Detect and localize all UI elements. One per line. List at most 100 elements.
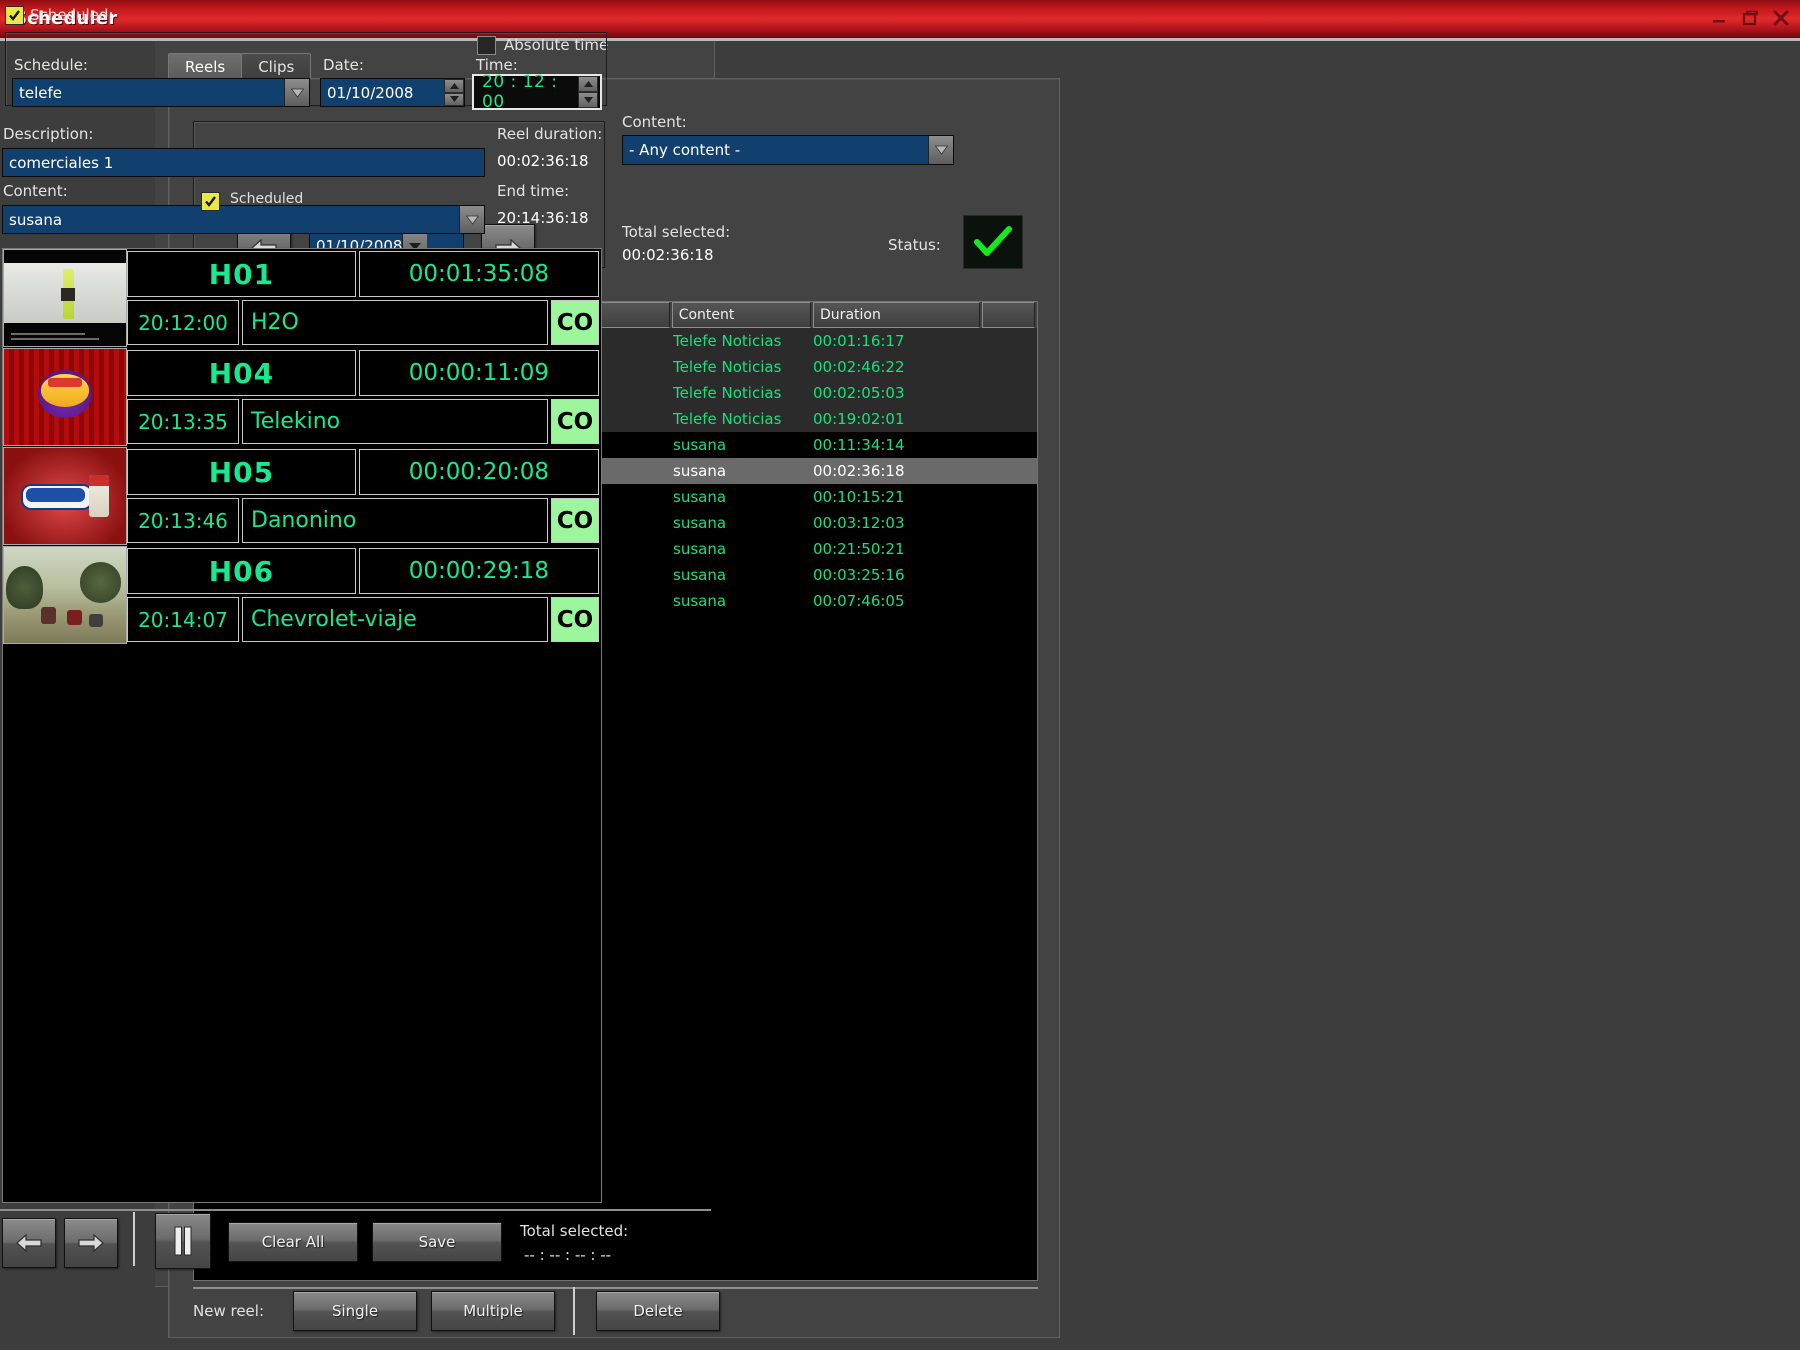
detail-schedule-value: telefe [13,84,62,102]
cell-duration: 00:02:46:22 [813,358,981,376]
column-header-extra[interactable] [982,302,1035,328]
time-stepper[interactable] [578,76,598,108]
column-header-content[interactable]: Content [672,302,811,328]
clear-all-button[interactable]: Clear All [228,1222,358,1262]
playlist-item-body: H0600:00:29:18 20:14:07Chevrolet-viajeCO [127,546,601,644]
playlist-item-code: H05 [127,449,356,495]
cell-content: susana [673,488,813,506]
check-ok-icon [974,226,1012,258]
playlist-item[interactable]: H0500:00:20:08 20:13:46DanoninoCO [3,447,601,546]
end-time-value: 20:14:36:18 [497,209,589,227]
detail-time-value: 20 : 12 : 00 [474,72,578,112]
playlist-item-badge[interactable]: CO [551,597,599,642]
detail-schedule-combo[interactable]: telefe [12,78,310,107]
new-reel-single-button[interactable]: Single [293,1291,417,1331]
date-stepper[interactable] [444,79,464,106]
playlist-item-duration: 00:00:29:18 [359,548,599,594]
stepper-up-icon[interactable] [444,79,464,93]
filter-content-value: - Any content - [623,141,740,159]
playlist-item-duration: 00:00:20:08 [359,449,599,495]
playlist[interactable]: H0100:01:35:0820:12:00H2OCOH0400:00:11:0… [2,248,602,1203]
playlist-thumbnail [3,348,127,446]
left-footer-divider [193,1287,1038,1289]
detail-time-field[interactable]: 20 : 12 : 00 [472,74,602,110]
cell-content: susana [673,566,813,584]
playlist-item-body: H0100:01:35:0820:12:00H2OCO [127,249,601,347]
detail-description-value: comerciales 1 [3,154,113,172]
status-label: Status: [888,236,941,254]
cell-content: susana [673,540,813,558]
playlist-item-code: H04 [127,350,356,396]
playlist-thumbnail [3,546,127,644]
playlist-item-time: 20:14:07 [127,597,239,642]
stepper-up-icon[interactable] [578,76,598,92]
playlist-thumbnail [3,447,127,545]
cell-duration: 00:02:05:03 [813,384,981,402]
playlist-item-time: 20:12:00 [127,300,239,345]
stepper-down-icon[interactable] [444,93,464,107]
playlist-item[interactable]: H0600:00:29:18 20:14:07Chevrolet-viajeCO [3,546,601,645]
save-button[interactable]: Save [372,1222,502,1262]
playlist-item-name: Danonino [242,498,548,543]
filter-content-combo[interactable]: - Any content - [622,135,954,165]
filter-scheduled-checkbox[interactable] [201,192,220,212]
detail-content-combo[interactable]: susana [2,205,485,234]
playlist-item-body: H0500:00:20:08 20:13:46DanoninoCO [127,447,601,545]
pause-button[interactable] [155,1213,211,1269]
cell-content: Telefe Noticias [673,332,813,350]
detail-date-value: 01/10/2008 [321,84,413,102]
playlist-item-badge[interactable]: CO [551,300,599,345]
filter-total-selected-label: Total selected: [622,223,730,241]
cell-duration: 00:11:34:14 [813,436,981,454]
new-reel-multiple-button[interactable]: Multiple [431,1291,555,1331]
right-total-selected-label: Total selected: [520,1222,628,1240]
stepper-down-icon[interactable] [578,92,598,108]
chevron-down-icon[interactable] [928,136,953,164]
playlist-next-button[interactable] [64,1218,118,1268]
playlist-item-time: 20:13:35 [127,399,239,444]
detail-description-input[interactable]: comerciales 1 [2,148,485,177]
detail-date-label: Date: [323,56,364,74]
cell-duration: 00:02:36:18 [813,462,981,480]
filter-total-selected-value: 00:02:36:18 [622,246,714,264]
right-footer-separator [133,1212,135,1266]
playlist-item[interactable]: H0400:00:11:0920:13:35TelekinoCO [3,348,601,447]
new-reel-label: New reel: [193,1302,264,1320]
checkbox-checked-icon [201,192,220,211]
status-badge [963,215,1023,269]
detail-content-value: susana [3,211,62,229]
playlist-body: H0100:01:35:0820:12:00H2OCOH0400:00:11:0… [3,249,601,645]
restore-icon[interactable] [1741,9,1759,27]
playlist-item-time: 20:13:46 [127,498,239,543]
playlist-item-name: H2O [242,300,548,345]
playlist-item-name: Chevrolet-viaje [242,597,548,642]
detail-scheduled-checkbox[interactable] [5,6,24,26]
reel-duration-value: 00:02:36:18 [497,152,589,170]
playlist-item[interactable]: H0100:01:35:0820:12:00H2OCO [3,249,601,348]
footer-separator [573,1287,575,1335]
chevron-down-icon[interactable] [284,79,309,106]
detail-date-field[interactable]: 01/10/2008 [320,78,465,107]
cell-content: Telefe Noticias [673,384,813,402]
detail-scheduled-label: Scheduled: [30,6,114,24]
column-header-duration[interactable]: Duration [813,302,980,328]
cell-content: Telefe Noticias [673,410,813,428]
playlist-item-badge[interactable]: CO [551,498,599,543]
close-icon[interactable] [1772,9,1790,27]
detail-content-label: Content: [3,182,68,200]
delete-reel-button[interactable]: Delete [596,1291,720,1331]
minimize-icon[interactable] [1710,9,1728,27]
cell-content: susana [673,592,813,610]
playlist-item-code: H06 [127,548,356,594]
playlist-item-badge[interactable]: CO [551,399,599,444]
detail-schedule-label: Schedule: [14,56,88,74]
reel-duration-label: Reel duration: [497,125,602,143]
chevron-down-icon[interactable] [459,206,484,233]
arrow-right-icon [77,1232,105,1254]
cell-duration: 00:01:16:17 [813,332,981,350]
right-total-selected-value: -- : -- : -- : -- [524,1246,611,1264]
playlist-item-body: H0400:00:11:0920:13:35TelekinoCO [127,348,601,446]
playlist-prev-button[interactable] [2,1218,56,1268]
checkbox-checked-icon [5,6,24,25]
cell-duration: 00:21:50:21 [813,540,981,558]
